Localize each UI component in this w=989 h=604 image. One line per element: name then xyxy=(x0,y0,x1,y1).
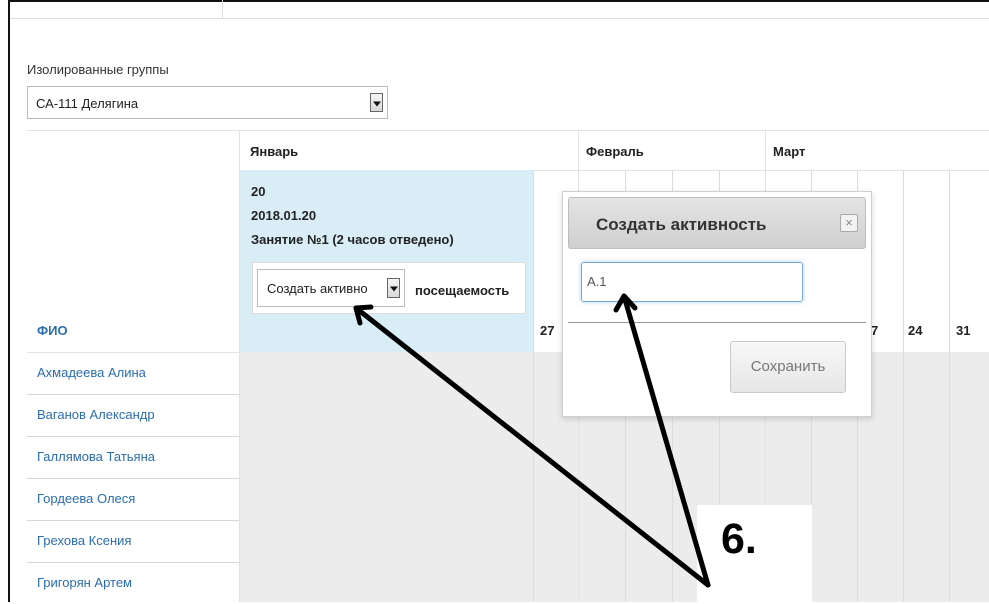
table-row: Григорян Артем xyxy=(27,562,239,604)
group-select[interactable]: СА-111 Делягина xyxy=(27,86,388,119)
group-select-value: СА-111 Делягина xyxy=(36,96,139,111)
lesson-header: 20 2018.01.20 Занятие №1 (2 часов отведе… xyxy=(240,170,533,352)
step-number: 6. xyxy=(721,515,757,563)
month-march: Март xyxy=(773,144,806,159)
close-icon[interactable]: × xyxy=(840,214,858,232)
student-name-link[interactable]: Грехова Ксения xyxy=(37,533,131,548)
day-header: 27 xyxy=(540,323,555,338)
lesson-day: 20 xyxy=(251,184,266,199)
attendance-link[interactable]: посещаемость xyxy=(415,283,509,298)
create-activity-modal: Создать активность × А.1 Сохранить xyxy=(562,191,872,417)
create-activity-select[interactable]: Создать активно xyxy=(257,269,405,307)
chevron-down-icon[interactable] xyxy=(370,93,383,112)
day-header: 7 xyxy=(871,323,879,338)
save-button-label: Сохранить xyxy=(750,358,826,375)
lesson-date: 2018.01.20 xyxy=(251,208,317,223)
lesson-title: Занятие №1 (2 часов отведено) xyxy=(251,232,454,247)
step-callout: 6. xyxy=(697,505,812,602)
grid-line xyxy=(533,170,534,602)
student-name-link[interactable]: Гордеева Олеся xyxy=(37,491,135,506)
modal-divider xyxy=(568,322,866,323)
group-filter-label: Изолированные группы xyxy=(27,62,169,77)
month-january: Январь xyxy=(250,144,299,159)
day-header: 31 xyxy=(956,323,971,338)
top-bar-divider xyxy=(222,0,223,18)
table-row: Галлямова Татьяна xyxy=(27,436,239,478)
create-activity-select-value: Создать активно xyxy=(267,281,368,296)
day-header: 24 xyxy=(908,323,923,338)
table-row: Гордеева Олеся xyxy=(27,478,239,520)
fio-header: ФИО xyxy=(37,323,68,338)
lesson-controls: Создать активно посещаемость xyxy=(252,262,526,314)
student-name-link[interactable]: Галлямова Татьяна xyxy=(37,449,155,464)
grid-line xyxy=(949,170,950,602)
activity-name-input[interactable]: А.1 xyxy=(581,262,803,302)
student-name-link[interactable]: Ахмадеева Алина xyxy=(37,365,146,380)
student-name-link[interactable]: Ваганов Александр xyxy=(37,407,155,422)
table-row: Ваганов Александр xyxy=(27,394,239,436)
student-name-link[interactable]: Григорян Артем xyxy=(37,575,132,590)
modal-header: Создать активность × xyxy=(568,197,866,249)
chevron-down-icon[interactable] xyxy=(387,278,400,298)
table-row: Ахмадеева Алина xyxy=(27,352,239,394)
table-row: Грехова Ксения xyxy=(27,520,239,562)
grid-line xyxy=(903,170,904,602)
top-bar xyxy=(10,0,989,19)
modal-title: Создать активность xyxy=(596,215,767,234)
month-february: Февраль xyxy=(586,144,644,159)
save-button[interactable]: Сохранить xyxy=(730,341,846,393)
student-column: ФИО Ахмадеева Алина Ваганов Александр Га… xyxy=(27,130,239,602)
activity-name-value: А.1 xyxy=(587,274,607,289)
